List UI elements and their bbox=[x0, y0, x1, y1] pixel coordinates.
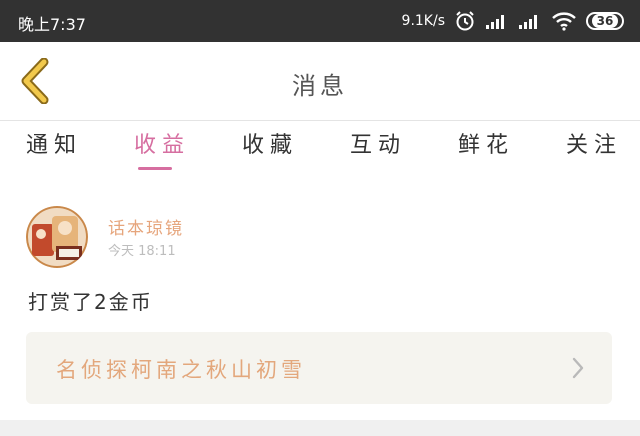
avatar[interactable] bbox=[26, 206, 88, 268]
message-time: 今天 18:11 bbox=[108, 244, 176, 259]
status-icons: 9.1K/s 36 bbox=[402, 9, 624, 33]
active-tab-indicator bbox=[138, 167, 172, 170]
message-text: 打赏了2金币 bbox=[28, 290, 153, 314]
bottom-divider bbox=[0, 420, 640, 436]
alarm-icon bbox=[454, 10, 476, 32]
status-time: 晚上7:37 bbox=[18, 15, 86, 34]
message-item: 话本琼镜 今天 18:11 打赏了2金币 名侦探柯南之秋山初雪 bbox=[0, 182, 640, 420]
status-bar: 晚上7:37 9.1K/s 36 bbox=[0, 0, 640, 42]
signal-icon bbox=[518, 12, 542, 30]
avatar-image bbox=[26, 206, 88, 268]
book-title: 名侦探柯南之秋山初雪 bbox=[56, 358, 306, 382]
author-name[interactable]: 话本琼镜 bbox=[108, 214, 184, 239]
page-title: 消息 bbox=[292, 72, 348, 100]
tab-favorites[interactable]: 收藏 bbox=[242, 127, 298, 179]
book-link-card[interactable]: 名侦探柯南之秋山初雪 bbox=[26, 332, 612, 404]
tab-notice[interactable]: 通知 bbox=[26, 127, 82, 179]
battery-icon: 36 bbox=[586, 12, 624, 30]
tab-following[interactable]: 关注 bbox=[566, 127, 622, 179]
header: 消息 bbox=[0, 42, 640, 120]
chevron-right-icon bbox=[570, 356, 586, 384]
signal-icon bbox=[485, 12, 509, 30]
tab-earnings-label: 收益 bbox=[134, 133, 191, 158]
network-speed: 9.1K/s bbox=[401, 13, 445, 29]
battery-level: 36 bbox=[591, 14, 619, 28]
tab-bar: 通知 收益 收藏 互动 鲜花 关注 bbox=[0, 120, 640, 182]
tab-earnings[interactable]: 收益 bbox=[134, 127, 190, 179]
tab-interaction[interactable]: 互动 bbox=[350, 127, 406, 179]
tab-flowers[interactable]: 鲜花 bbox=[458, 127, 514, 179]
wifi-icon bbox=[551, 11, 577, 31]
